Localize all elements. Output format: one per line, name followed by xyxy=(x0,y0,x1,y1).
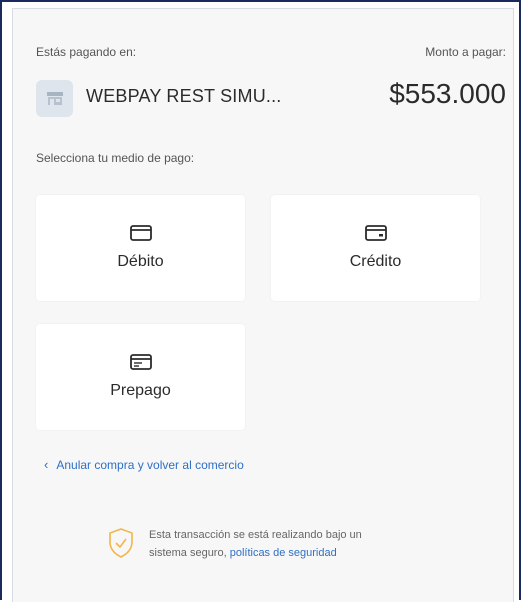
merchant-name: WEBPAY REST SIMU... xyxy=(86,86,282,106)
security-policies-link[interactable]: políticas de seguridad xyxy=(230,547,337,559)
security-notice-line2: sistema seguro, políticas de seguridad xyxy=(149,544,362,562)
prepaid-option-label: Prepago xyxy=(110,382,171,399)
amount-to-pay-label: Monto a pagar: xyxy=(425,45,506,59)
cancel-purchase-label: Anular compra y volver al comercio xyxy=(56,457,244,472)
shield-check-icon xyxy=(109,528,133,558)
debit-option-button[interactable]: Débito xyxy=(36,195,245,301)
credit-option-label: Crédito xyxy=(349,253,402,270)
security-notice-prefix: sistema seguro, xyxy=(149,547,230,559)
prepaid-card-icon xyxy=(129,354,152,370)
security-notice-line1: Esta transacción se está realizando bajo… xyxy=(149,529,362,541)
security-notice: Esta transacción se está realizando bajo… xyxy=(149,526,362,562)
select-method-label: Selecciona tu medio de pago: xyxy=(36,151,195,165)
credit-card-icon xyxy=(364,225,387,241)
paying-at-label: Estás pagando en: xyxy=(36,45,137,59)
debit-card-icon xyxy=(129,225,152,241)
chevron-left-icon: ‹ xyxy=(44,457,49,472)
cancel-purchase-link[interactable]: ‹ Anular compra y volver al comercio xyxy=(44,457,244,472)
debit-option-label: Débito xyxy=(117,253,164,270)
payment-amount: $553.000 xyxy=(389,78,506,109)
store-icon xyxy=(36,80,73,117)
credit-option-button[interactable]: Crédito xyxy=(271,195,480,301)
prepaid-option-button[interactable]: Prepago xyxy=(36,324,245,430)
